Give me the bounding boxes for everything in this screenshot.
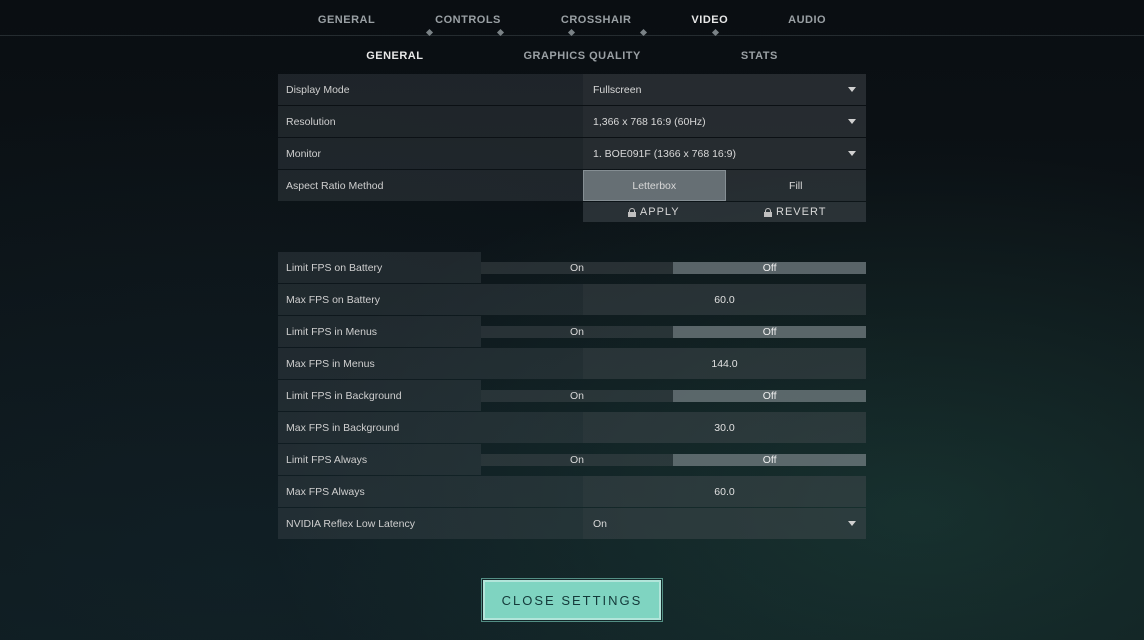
max-fps-background-input[interactable] — [583, 422, 866, 434]
label-max-fps-menus: Max FPS in Menus — [278, 348, 583, 379]
label-limit-fps-menus: Limit FPS in Menus — [278, 316, 481, 347]
chevron-down-icon — [848, 119, 856, 124]
label-limit-fps-background: Limit FPS in Background — [278, 380, 481, 411]
label-monitor: Monitor — [278, 138, 583, 169]
dropdown-value: 1. BOE091F (1366 x 768 16:9) — [593, 148, 736, 160]
revert-button[interactable]: REVERT — [725, 202, 867, 222]
max-fps-menus-input[interactable] — [583, 358, 866, 370]
tab-divider — [0, 32, 1144, 36]
label-resolution: Resolution — [278, 106, 583, 137]
top-tabs: GENERAL CONTROLS CROSSHAIR VIDEO AUDIO — [0, 0, 1144, 32]
settings-panel: Display Mode Fullscreen Resolution 1,366… — [278, 74, 866, 539]
sub-tabs: GENERAL GRAPHICS QUALITY STATS — [0, 36, 1144, 74]
tab-controls[interactable]: CONTROLS — [435, 14, 501, 26]
dropdown-monitor[interactable]: 1. BOE091F (1366 x 768 16:9) — [583, 138, 866, 169]
lock-icon — [764, 208, 772, 217]
dropdown-value: On — [593, 518, 607, 530]
apply-button[interactable]: APPLY — [583, 202, 725, 222]
dropdown-value: Fullscreen — [593, 84, 641, 96]
tab-general[interactable]: GENERAL — [318, 14, 375, 26]
chevron-down-icon — [848, 87, 856, 92]
limit-fps-always-off[interactable]: Off — [673, 454, 866, 466]
max-fps-battery-input[interactable] — [583, 294, 866, 306]
dropdown-nvidia-reflex[interactable]: On — [583, 508, 866, 539]
close-settings-button[interactable]: CLOSE SETTINGS — [483, 580, 661, 620]
limit-fps-background-on[interactable]: On — [481, 390, 674, 402]
label-aspect-ratio: Aspect Ratio Method — [278, 170, 583, 201]
label-nvidia-reflex: NVIDIA Reflex Low Latency — [278, 508, 583, 539]
subtab-stats[interactable]: STATS — [741, 50, 778, 62]
label-limit-fps-battery: Limit FPS on Battery — [278, 252, 481, 283]
aspect-fill-button[interactable]: Fill — [726, 170, 867, 201]
aspect-letterbox-button[interactable]: Letterbox — [583, 170, 726, 201]
label-max-fps-battery: Max FPS on Battery — [278, 284, 583, 315]
label-limit-fps-always: Limit FPS Always — [278, 444, 481, 475]
dropdown-resolution[interactable]: 1,366 x 768 16:9 (60Hz) — [583, 106, 866, 137]
apply-label: APPLY — [640, 206, 680, 218]
chevron-down-icon — [848, 521, 856, 526]
dropdown-display-mode[interactable]: Fullscreen — [583, 74, 866, 105]
tab-video[interactable]: VIDEO — [691, 14, 728, 26]
limit-fps-battery-on[interactable]: On — [481, 262, 674, 274]
limit-fps-always-on[interactable]: On — [481, 454, 674, 466]
label-max-fps-always: Max FPS Always — [278, 476, 583, 507]
subtab-graphics-quality[interactable]: GRAPHICS QUALITY — [523, 50, 640, 62]
tab-crosshair[interactable]: CROSSHAIR — [561, 14, 632, 26]
revert-label: REVERT — [776, 206, 826, 218]
chevron-down-icon — [848, 151, 856, 156]
label-display-mode: Display Mode — [278, 74, 583, 105]
limit-fps-menus-off[interactable]: Off — [673, 326, 866, 338]
limit-fps-menus-on[interactable]: On — [481, 326, 674, 338]
label-max-fps-background: Max FPS in Background — [278, 412, 583, 443]
max-fps-always-input[interactable] — [583, 486, 866, 498]
subtab-general[interactable]: GENERAL — [366, 50, 423, 62]
tab-audio[interactable]: AUDIO — [788, 14, 826, 26]
lock-icon — [628, 208, 636, 217]
limit-fps-battery-off[interactable]: Off — [673, 262, 866, 274]
limit-fps-background-off[interactable]: Off — [673, 390, 866, 402]
dropdown-value: 1,366 x 768 16:9 (60Hz) — [593, 116, 706, 128]
